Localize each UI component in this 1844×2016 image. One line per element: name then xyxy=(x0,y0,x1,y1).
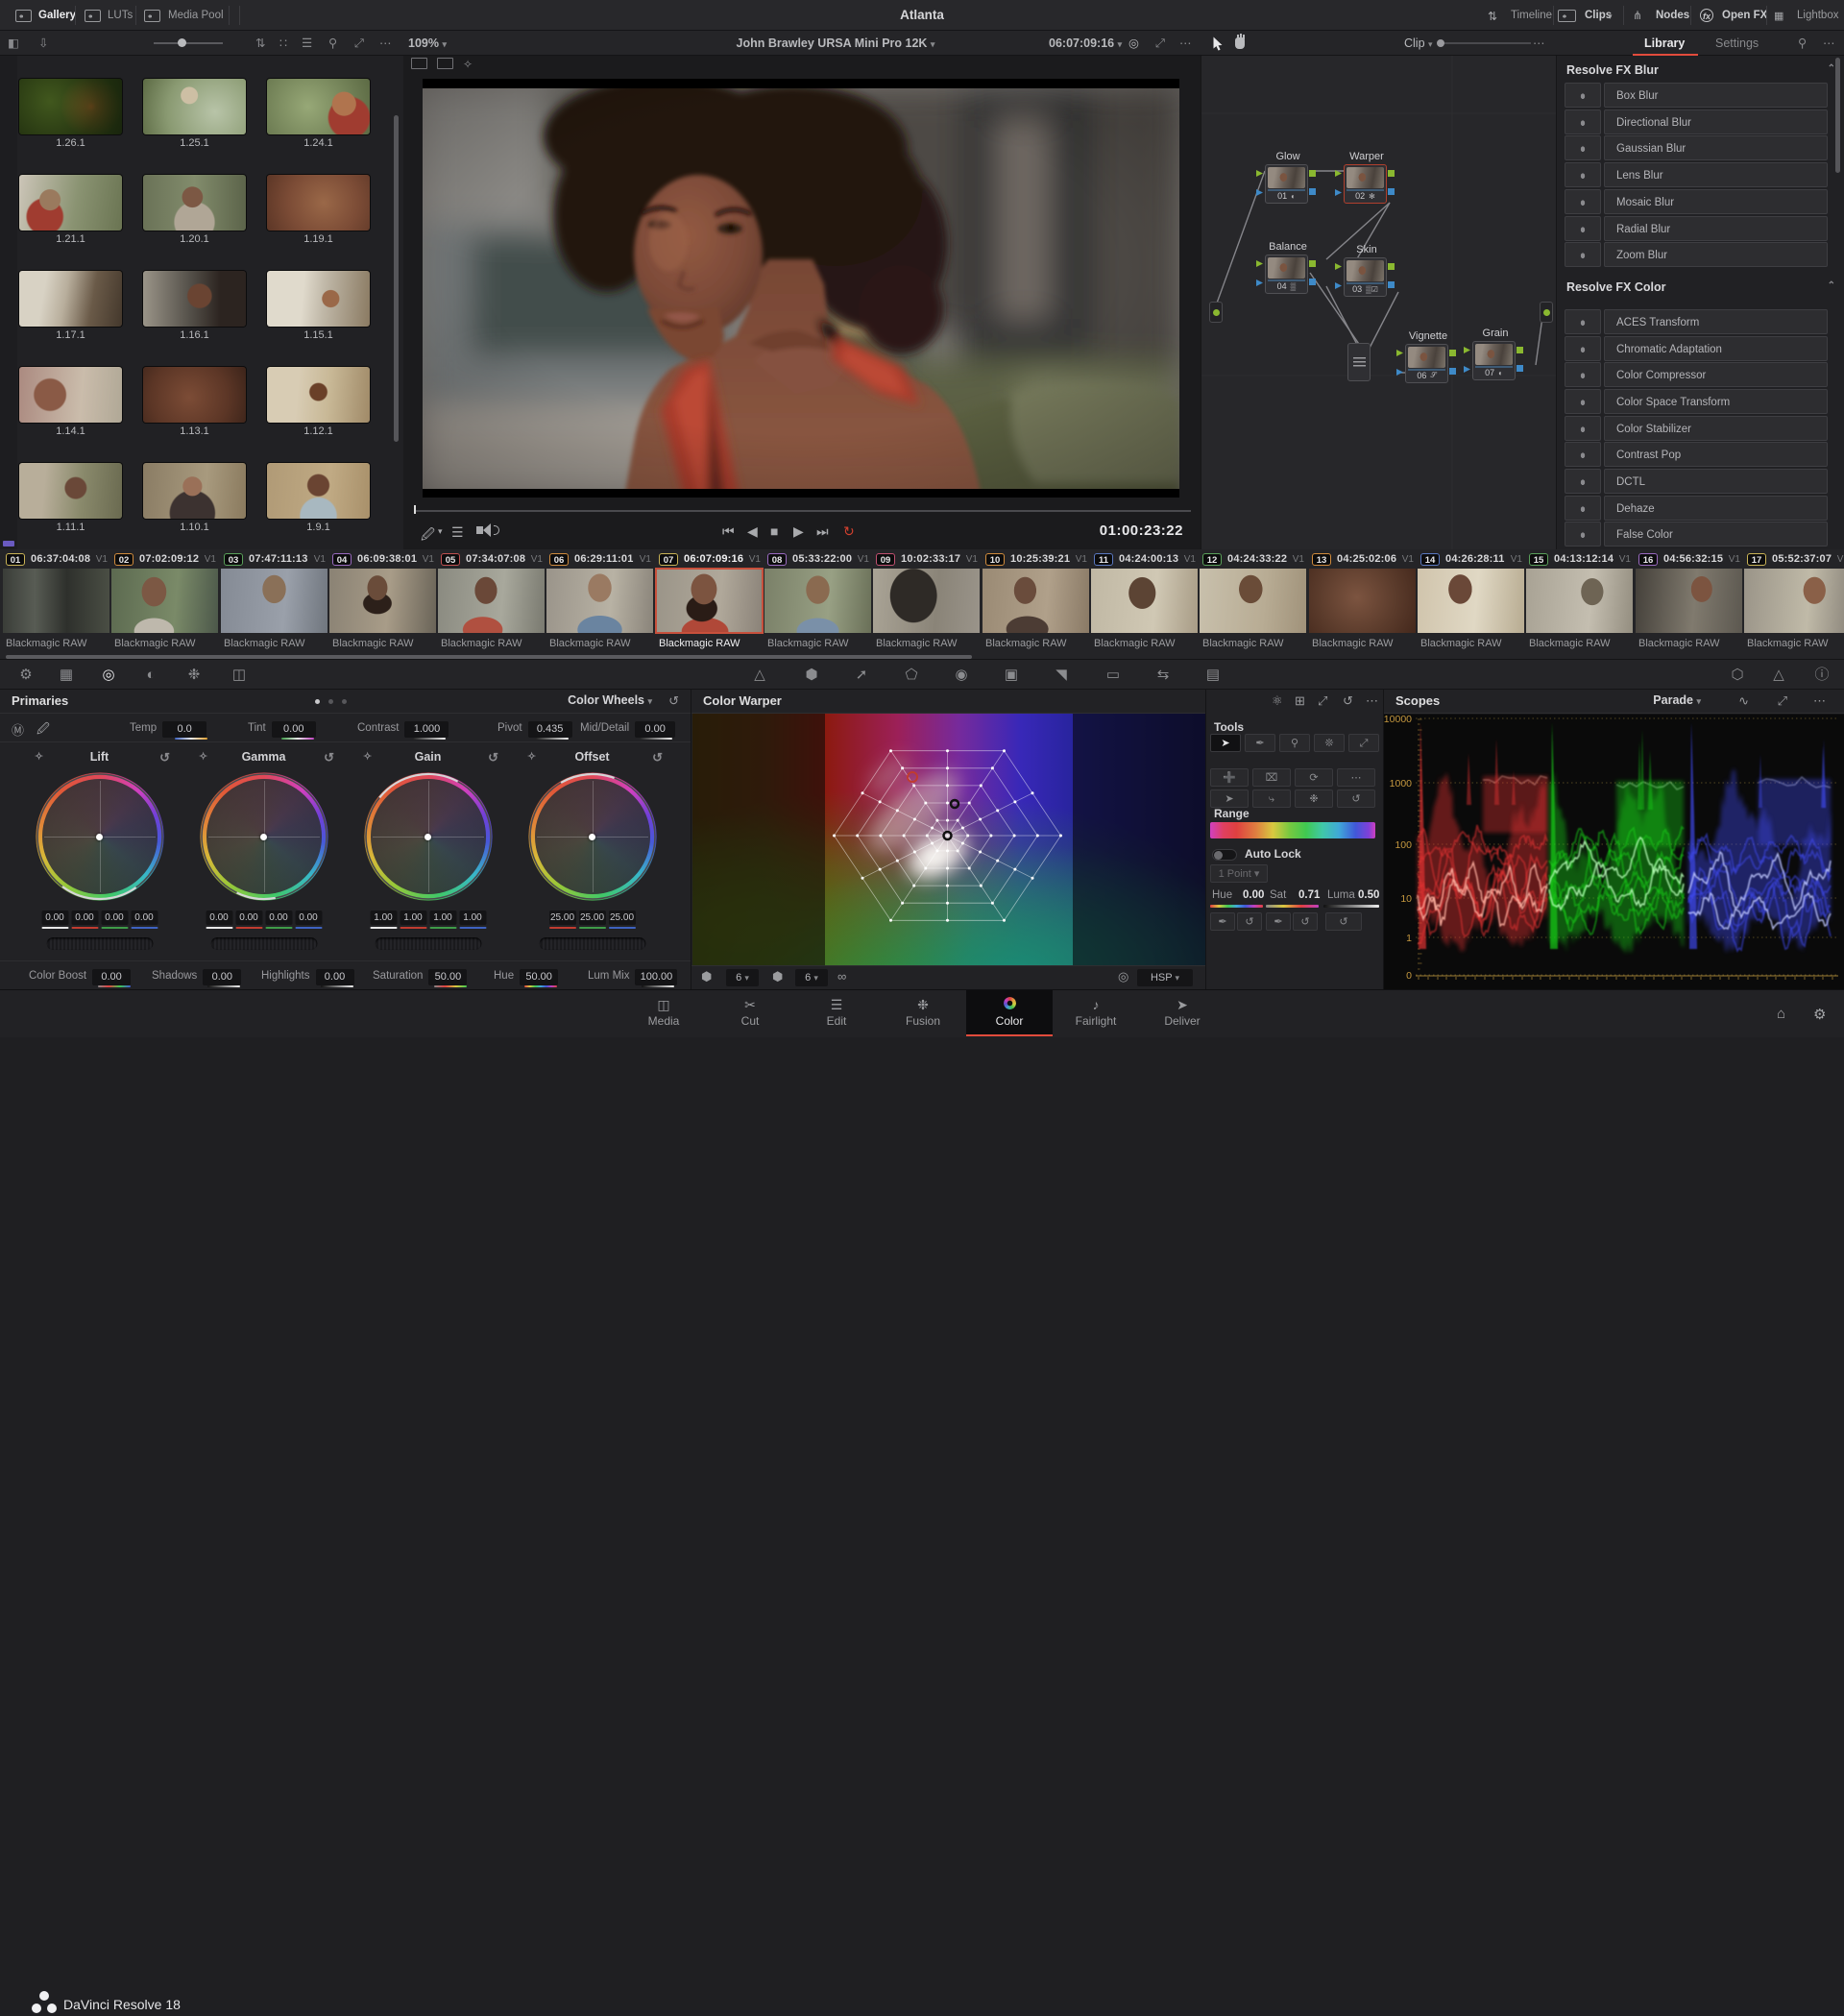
svg-text:1: 1 xyxy=(1406,933,1412,944)
svg-text:100: 100 xyxy=(1395,839,1412,851)
svg-text:1000: 1000 xyxy=(1390,778,1413,789)
svg-text:10: 10 xyxy=(1400,893,1412,905)
svg-text:0: 0 xyxy=(1406,970,1412,982)
svg-text:10000: 10000 xyxy=(1384,714,1412,725)
